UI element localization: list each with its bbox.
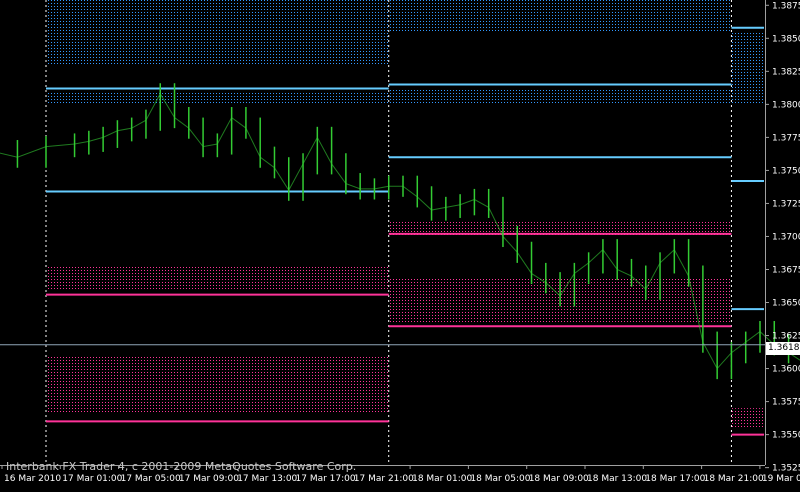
x-tick-label: 17 Mar 13:00 [237, 474, 297, 484]
x-tick-label: 17 Mar 21:00 [354, 474, 414, 484]
y-tick-label: 1.3650 [772, 299, 800, 309]
zone-band [388, 0, 732, 32]
level-zones [46, 0, 764, 429]
zone-band [388, 88, 732, 105]
x-tick-label: 18 Mar 17:00 [645, 474, 705, 484]
zone-band [731, 408, 764, 429]
x-tick-label: 18 Mar 13:00 [587, 474, 647, 484]
x-tick-label: 17 Mar 05:00 [121, 474, 181, 484]
price-chart[interactable]: 1.3875 1.3850 1.3825 1.3800 1.3775 1.3750 1.37… [0, 0, 800, 492]
y-tick-label: 1.3600 [772, 365, 800, 375]
y-tick-label: 1.3750 [772, 166, 800, 176]
y-tick-label: 1.3550 [772, 431, 800, 441]
x-tick-label: 16 Mar 2010 [4, 474, 61, 484]
y-tick-label: 1.3875 [772, 1, 800, 11]
y-tick-label: 1.3725 [772, 199, 800, 209]
x-tick-label: 18 Mar 05:00 [470, 474, 530, 484]
x-tick-label: 18 Mar 01:00 [412, 474, 472, 484]
zone-band [46, 91, 389, 105]
x-tick-label: 19 Mar 01:00 [762, 474, 800, 484]
x-tick-label: 17 Mar 01:00 [62, 474, 122, 484]
x-tick-label: 17 Mar 09:00 [179, 474, 239, 484]
y-tick-label: 1.3700 [772, 232, 800, 242]
x-tick-label: 18 Mar 21:00 [704, 474, 764, 484]
zone-band [731, 31, 764, 105]
y-tick-label: 1.3775 [772, 133, 800, 143]
y-tick-label: 1.3850 [772, 34, 800, 44]
y-tick-label: 1.3625 [772, 332, 800, 342]
price-axis-ticks: 1.3875 1.3850 1.3825 1.3800 1.3775 1.3750 1.37… [765, 1, 800, 474]
zone-band [46, 0, 389, 65]
chart-svg[interactable]: 1.3875 1.3850 1.3825 1.3800 1.3775 1.3750 1.37… [0, 0, 800, 492]
y-tick-label: 1.3525 [772, 464, 800, 474]
y-tick-label: 1.3825 [772, 67, 800, 77]
y-tick-label: 1.3800 [772, 100, 800, 110]
price-axis [765, 0, 766, 465]
current-price-label: 1.3618 [766, 342, 800, 355]
x-tick-label: 17 Mar 17:00 [296, 474, 356, 484]
x-tick-label: 18 Mar 09:00 [529, 474, 589, 484]
zone-band [46, 355, 389, 414]
y-tick-label: 1.3575 [772, 398, 800, 408]
watermark-text: Interbank FX Trader 4, c 2001-2009 MetaQ… [6, 460, 357, 473]
zone-band [46, 265, 389, 290]
y-tick-label: 1.3675 [772, 265, 800, 275]
